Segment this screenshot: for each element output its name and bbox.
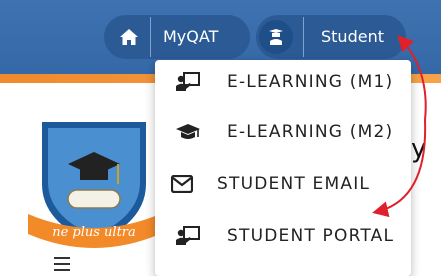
chalkboard-teacher-icon [175, 223, 201, 249]
partial-page-text: y [411, 134, 427, 164]
envelope-icon [169, 171, 195, 197]
menu-item-student-email[interactable]: STUDENT EMAIL [155, 162, 411, 206]
menu-item-elearning-m2[interactable]: E-LEARNING (M2) [155, 110, 411, 154]
graduation-cap-icon [175, 119, 201, 145]
myqat-link[interactable]: MyQAT [163, 27, 218, 46]
student-icon-button[interactable] [259, 20, 293, 54]
student-graduate-icon [269, 29, 283, 45]
nav-separator [150, 17, 151, 57]
menu-item-label: E-LEARNING (M1) [227, 72, 394, 92]
menu-item-label: STUDENT PORTAL [227, 226, 395, 246]
logo-motto: ne plus ultra [52, 225, 136, 240]
student-dropdown-menu: E-LEARNING (M1) E-LEARNING (M2) STUDENT … [155, 60, 411, 276]
hamburger-menu-icon[interactable] [54, 257, 70, 271]
home-icon [120, 29, 138, 45]
home-button[interactable] [112, 20, 146, 54]
student-menu-toggle[interactable]: Student [321, 27, 384, 46]
nav-separator [303, 17, 304, 57]
menu-item-student-portal[interactable]: STUDENT PORTAL [155, 214, 411, 258]
menu-item-label: STUDENT EMAIL [217, 174, 371, 194]
school-logo: ne plus ultra [28, 122, 160, 250]
menu-item-elearning-m1[interactable]: E-LEARNING (M1) [155, 60, 411, 104]
chalkboard-teacher-icon [175, 69, 201, 95]
menu-item-label: E-LEARNING (M2) [227, 122, 394, 142]
